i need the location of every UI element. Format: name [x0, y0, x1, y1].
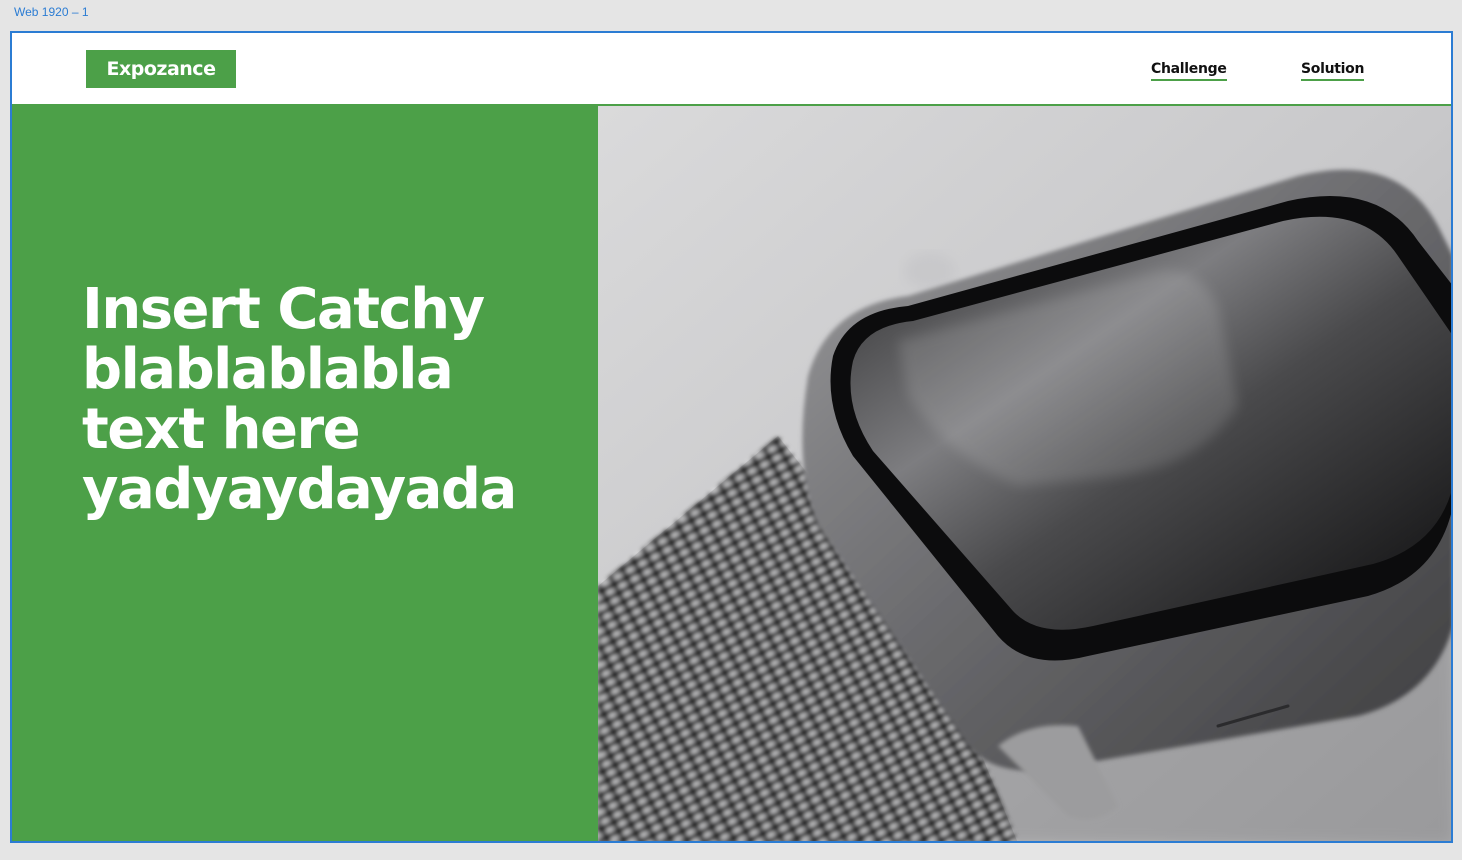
- hero-headline-line-3: text here: [82, 397, 361, 462]
- hero-green-panel: Insert Catchy blablablabla text here yad…: [12, 106, 598, 841]
- hero-headline-line-1: Insert Catchy: [82, 277, 485, 342]
- top-navigation-bar: Expozance Challenge Solution: [12, 33, 1451, 106]
- nav-link-challenge[interactable]: Challenge: [1151, 61, 1227, 81]
- smartwatch-illustration: [598, 106, 1451, 841]
- hero-headline: Insert Catchy blablablabla text here yad…: [82, 280, 582, 520]
- hero-smartwatch-image: [598, 106, 1451, 841]
- hero-headline-line-4: yadyaydayada: [82, 457, 517, 522]
- brand-logo[interactable]: Expozance: [86, 50, 236, 88]
- nav-link-solution[interactable]: Solution: [1301, 61, 1364, 81]
- artboard-web-1920: Expozance Challenge Solution Insert Catc…: [10, 31, 1453, 843]
- artboard-label[interactable]: Web 1920 – 1: [14, 5, 89, 19]
- hero-headline-line-2: blablablabla: [82, 337, 454, 402]
